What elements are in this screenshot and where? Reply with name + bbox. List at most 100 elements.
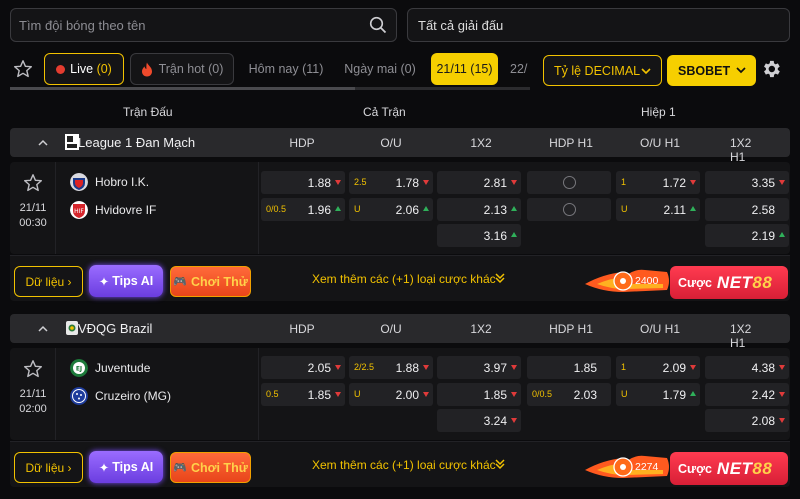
tab-hot[interactable]: Trận hot (0) xyxy=(130,53,234,85)
odds-down-arrow-icon xyxy=(423,392,429,397)
bet-button[interactable]: Cược NET88 xyxy=(670,266,788,299)
odds-cell-hdp-h1-away-locked xyxy=(527,198,611,221)
odds-down-arrow-icon xyxy=(511,392,517,397)
odds-cell-hdp-h1-away[interactable]: 0/0.5 2.03 xyxy=(527,383,611,406)
search-input[interactable] xyxy=(19,9,359,41)
odds-cell-hdp-home[interactable]: 1.88 xyxy=(261,171,345,194)
away-team-name: Cruzeiro (MG) xyxy=(95,389,172,403)
odds-cell-1x2-away[interactable]: 1.85 xyxy=(437,383,521,406)
team-search[interactable] xyxy=(10,8,397,42)
odds-down-arrow-icon xyxy=(690,365,696,370)
league-header[interactable]: VĐQG Brazil HDP O/U 1X2 HDP H1 O/U H1 1X… xyxy=(10,314,790,350)
odds-cell-ou-h1-over[interactable]: 1 2.09 xyxy=(616,356,700,379)
tab-live[interactable]: Live (0) xyxy=(44,53,124,85)
sparkle-icon: ✦ xyxy=(98,274,110,289)
odds-down-arrow-icon xyxy=(511,180,517,185)
flame-icon xyxy=(141,62,152,76)
odds-cell-1x2-h1-home[interactable]: 4.38 xyxy=(705,356,789,379)
odds-cell-1x2-away[interactable]: 2.13 xyxy=(437,198,521,221)
league-select[interactable]: Tất cả giải đấu xyxy=(407,8,790,42)
odds-cell-hdp-h1-home[interactable]: 1.85 xyxy=(527,356,611,379)
tab-today[interactable]: Hôm nay (11) xyxy=(246,53,326,85)
league-header[interactable]: League 1 Đan Mạch HDP O/U 1X2 HDP H1 O/U… xyxy=(10,128,790,164)
odds-cell-hdp-h1-home-locked xyxy=(527,171,611,194)
teams-cell[interactable]: EJ Juventude Cruzeiro (MG) xyxy=(57,348,259,440)
tab-tomorrow[interactable]: Ngày mai (0) xyxy=(340,53,420,85)
league-logo-icon xyxy=(65,134,79,150)
bookmaker-select[interactable]: SBOBET xyxy=(667,55,756,86)
odds-cell-1x2-home[interactable]: 3.97 xyxy=(437,356,521,379)
odds-value: 2.03 xyxy=(573,388,597,402)
odds-cell-ou-h1-under[interactable]: U 1.79 xyxy=(616,383,700,406)
tab-21-11[interactable]: 21/11 (15) xyxy=(431,53,498,85)
tab-22-11[interactable]: 22/ xyxy=(510,53,532,85)
promo-badge[interactable]: 2400 xyxy=(583,266,673,296)
handicap-line: 0.5 xyxy=(266,389,279,399)
odds-cell-1x2-home[interactable]: 2.81 xyxy=(437,171,521,194)
odds-cell-1x2-h1-away[interactable]: 2.42 xyxy=(705,383,789,406)
gamepad-icon: 🎮 xyxy=(173,462,187,474)
sparkle-icon: ✦ xyxy=(98,460,110,475)
odds-cell-hdp-away[interactable]: 0/0.5 1.96 xyxy=(261,198,345,221)
odds-value: 3.35 xyxy=(751,176,775,190)
odds-value: 2.13 xyxy=(483,203,507,217)
home-team[interactable]: EJ Juventude xyxy=(70,358,150,378)
odds-format-select[interactable]: Tỷ lệ DECIMAL xyxy=(543,55,662,86)
data-button[interactable]: Dữ liệu › xyxy=(14,266,83,297)
collapse-caret-icon[interactable] xyxy=(38,325,48,332)
tabs-scrollbar[interactable] xyxy=(10,87,530,90)
market-header-hdp-h1: HDP H1 xyxy=(549,136,593,150)
odds-cell-1x2-draw[interactable]: 3.24 xyxy=(437,409,521,432)
odds-value: 1.79 xyxy=(662,388,686,402)
team-logo-icon xyxy=(70,387,88,405)
gear-icon[interactable] xyxy=(760,58,782,80)
odds-up-arrow-icon xyxy=(690,391,696,396)
odds-cell-1x2-draw[interactable]: 3.16 xyxy=(437,224,521,247)
favorite-star-icon[interactable] xyxy=(23,359,43,379)
odds-cell-ou-over[interactable]: 2/2.5 1.88 xyxy=(349,356,433,379)
collapse-caret-icon[interactable] xyxy=(38,139,48,146)
odds-cell-1x2-h1-draw[interactable]: 2.19 xyxy=(705,224,789,247)
odds-cell-ou-over[interactable]: 2.5 1.78 xyxy=(349,171,433,194)
double-chevron-down-icon[interactable] xyxy=(494,458,506,470)
tips-ai-button[interactable]: ✦ Tips AI xyxy=(89,451,163,483)
odds-cell-ou-under[interactable]: U 2.00 xyxy=(349,383,433,406)
odds-value: 2.06 xyxy=(395,203,419,217)
tab-21-11-label: 21/11 (15) xyxy=(436,62,493,76)
double-chevron-down-icon[interactable] xyxy=(494,272,506,284)
odds-cell-hdp-away[interactable]: 0.5 1.85 xyxy=(261,383,345,406)
bet-button[interactable]: Cược NET88 xyxy=(670,452,788,485)
more-markets-link[interactable]: Xem thêm các (+1) loại cược khác xyxy=(312,458,496,472)
play-demo-label: Chơi Thử xyxy=(190,460,248,475)
teams-cell[interactable]: Hobro I.K. HIF Hvidovre IF xyxy=(57,162,259,254)
odds-cell-ou-h1-under[interactable]: U 2.11 xyxy=(616,198,700,221)
match-time-cell: 21/11 00:30 xyxy=(10,162,56,254)
favorites-star-icon[interactable] xyxy=(13,59,33,79)
play-demo-button[interactable]: 🎮 Chơi Thử xyxy=(170,452,251,483)
favorite-star-icon[interactable] xyxy=(23,173,43,193)
odds-cell-1x2-h1-draw[interactable]: 2.08 xyxy=(705,409,789,432)
handicap-line: 0/0.5 xyxy=(266,204,287,214)
market-header-ou-h1: O/U H1 xyxy=(639,322,681,336)
promo-badge[interactable]: 2274 xyxy=(583,452,673,482)
away-team[interactable]: HIF Hvidovre IF xyxy=(70,200,156,220)
tips-ai-button[interactable]: ✦ Tips AI xyxy=(89,265,163,297)
odds-cell-1x2-h1-away[interactable]: 2.58 xyxy=(705,198,789,221)
home-team[interactable]: Hobro I.K. xyxy=(70,172,149,192)
data-button[interactable]: Dữ liệu › xyxy=(14,452,83,483)
odds-cell-hdp-home[interactable]: 2.05 xyxy=(261,356,345,379)
play-demo-button[interactable]: 🎮 Chơi Thử xyxy=(170,266,251,297)
odds-value: 1.88 xyxy=(395,361,419,375)
tabs-scrollbar-thumb[interactable] xyxy=(10,87,355,90)
spinner-icon xyxy=(563,203,576,216)
column-match: Trận Đấu xyxy=(123,105,173,119)
odds-cell-ou-h1-over[interactable]: 1 1.72 xyxy=(616,171,700,194)
odds-cell-ou-under[interactable]: U 2.06 xyxy=(349,198,433,221)
odds-cell-1x2-h1-home[interactable]: 3.35 xyxy=(705,171,789,194)
away-team[interactable]: Cruzeiro (MG) xyxy=(70,386,171,406)
tab-hot-label: Trận hot xyxy=(158,62,205,76)
search-icon[interactable] xyxy=(369,16,387,34)
odds-up-arrow-icon xyxy=(511,206,517,211)
odds-value: 2.81 xyxy=(483,176,507,190)
more-markets-link[interactable]: Xem thêm các (+1) loại cược khác xyxy=(312,272,496,286)
